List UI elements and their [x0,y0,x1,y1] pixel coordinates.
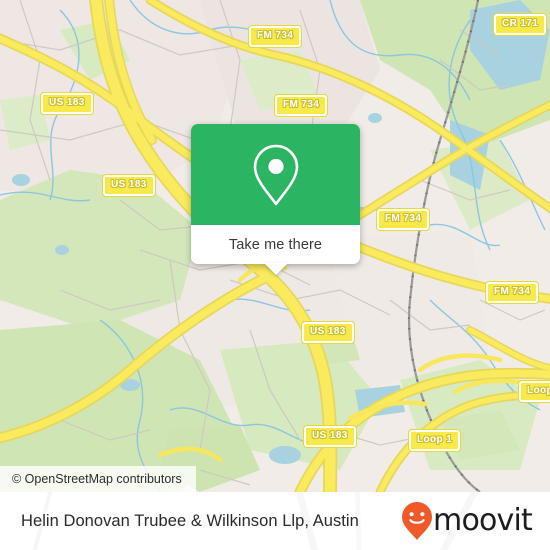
road-shield[interactable]: US 183 [303,425,357,448]
road-shield[interactable]: FM 734 [247,25,303,48]
road-shield[interactable]: US 183 [102,174,156,197]
location-popup-card[interactable]: Take me there [191,124,360,275]
map-pin-icon [253,144,298,205]
moovit-wordmark: moovit [433,503,533,538]
take-me-there-button-label: Take me there [228,236,323,253]
road-shield[interactable]: FM 734 [273,94,329,117]
road-shield[interactable]: Loop 1 [407,429,462,452]
moovit-smiley-pin-icon [402,502,433,540]
road-shield[interactable]: US 183 [301,321,355,344]
place-name-label: Helin Donovan Trubee & Wilkinson Llp, Au… [21,511,359,530]
road-shield[interactable]: CR 171 [492,13,548,36]
osm-attribution-text: © OpenStreetMap contributors [12,472,182,486]
road-shield[interactable]: FM 734 [375,208,431,231]
bottom-info-bar: Helin Donovan Trubee & Wilkinson Llp, Au… [0,492,550,550]
road-shield[interactable]: FM 734 [484,281,540,304]
road-shield[interactable]: Loop [517,380,550,403]
moovit-logo[interactable]: moovit [400,501,533,541]
osm-attribution[interactable]: © OpenStreetMap contributors [0,466,196,492]
popup-action-footer[interactable]: Take me there [191,225,360,275]
popup-pin-panel [191,124,360,225]
moovit-map-page: FM 734 CR 171 US 183 FM 734 US 183 FM 73… [0,0,550,550]
popup-pointer-tail [263,263,288,275]
road-shield[interactable]: US 183 [40,92,94,115]
map-canvas[interactable]: FM 734 CR 171 US 183 FM 734 US 183 FM 73… [0,0,550,492]
